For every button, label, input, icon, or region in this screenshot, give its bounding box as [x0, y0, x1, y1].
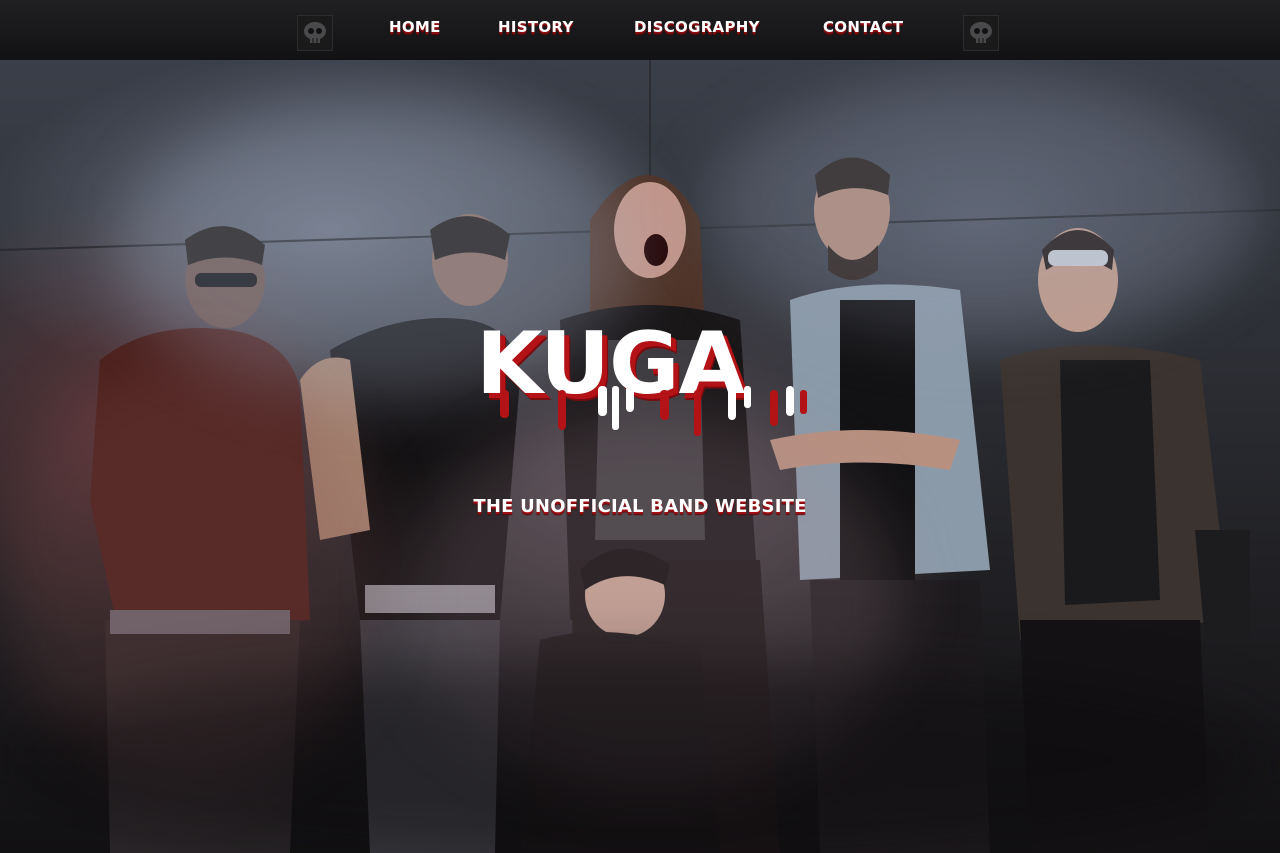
nav-contact-link[interactable]: CONTACT: [823, 18, 903, 36]
hero-subtitle: THE UNOFFICIAL BAND WEBSITE: [473, 496, 807, 517]
band-member-1: [90, 226, 310, 853]
skull-logo-icon[interactable]: [963, 15, 999, 51]
top-navbar: HOME HISTORY DISCOGRAPHY CONTACT: [0, 0, 1280, 60]
band-photo: [0, 60, 1280, 853]
hero-section: KUGA THE UNOFFICIAL BAND WEBSITE: [0, 60, 1280, 853]
hero-logo: KUGA: [470, 316, 820, 446]
band-member-5: [1000, 228, 1250, 853]
page: HOME HISTORY DISCOGRAPHY CONTACT KUGA TH…: [0, 0, 1280, 853]
skull-logo-icon[interactable]: [297, 15, 333, 51]
nav-home-link[interactable]: HOME: [389, 18, 441, 36]
nav-history-link[interactable]: HISTORY: [498, 18, 574, 36]
band-member-2: [300, 214, 520, 853]
blood-drip-icon: [500, 386, 807, 436]
nav-discography-link[interactable]: DISCOGRAPHY: [634, 18, 760, 36]
